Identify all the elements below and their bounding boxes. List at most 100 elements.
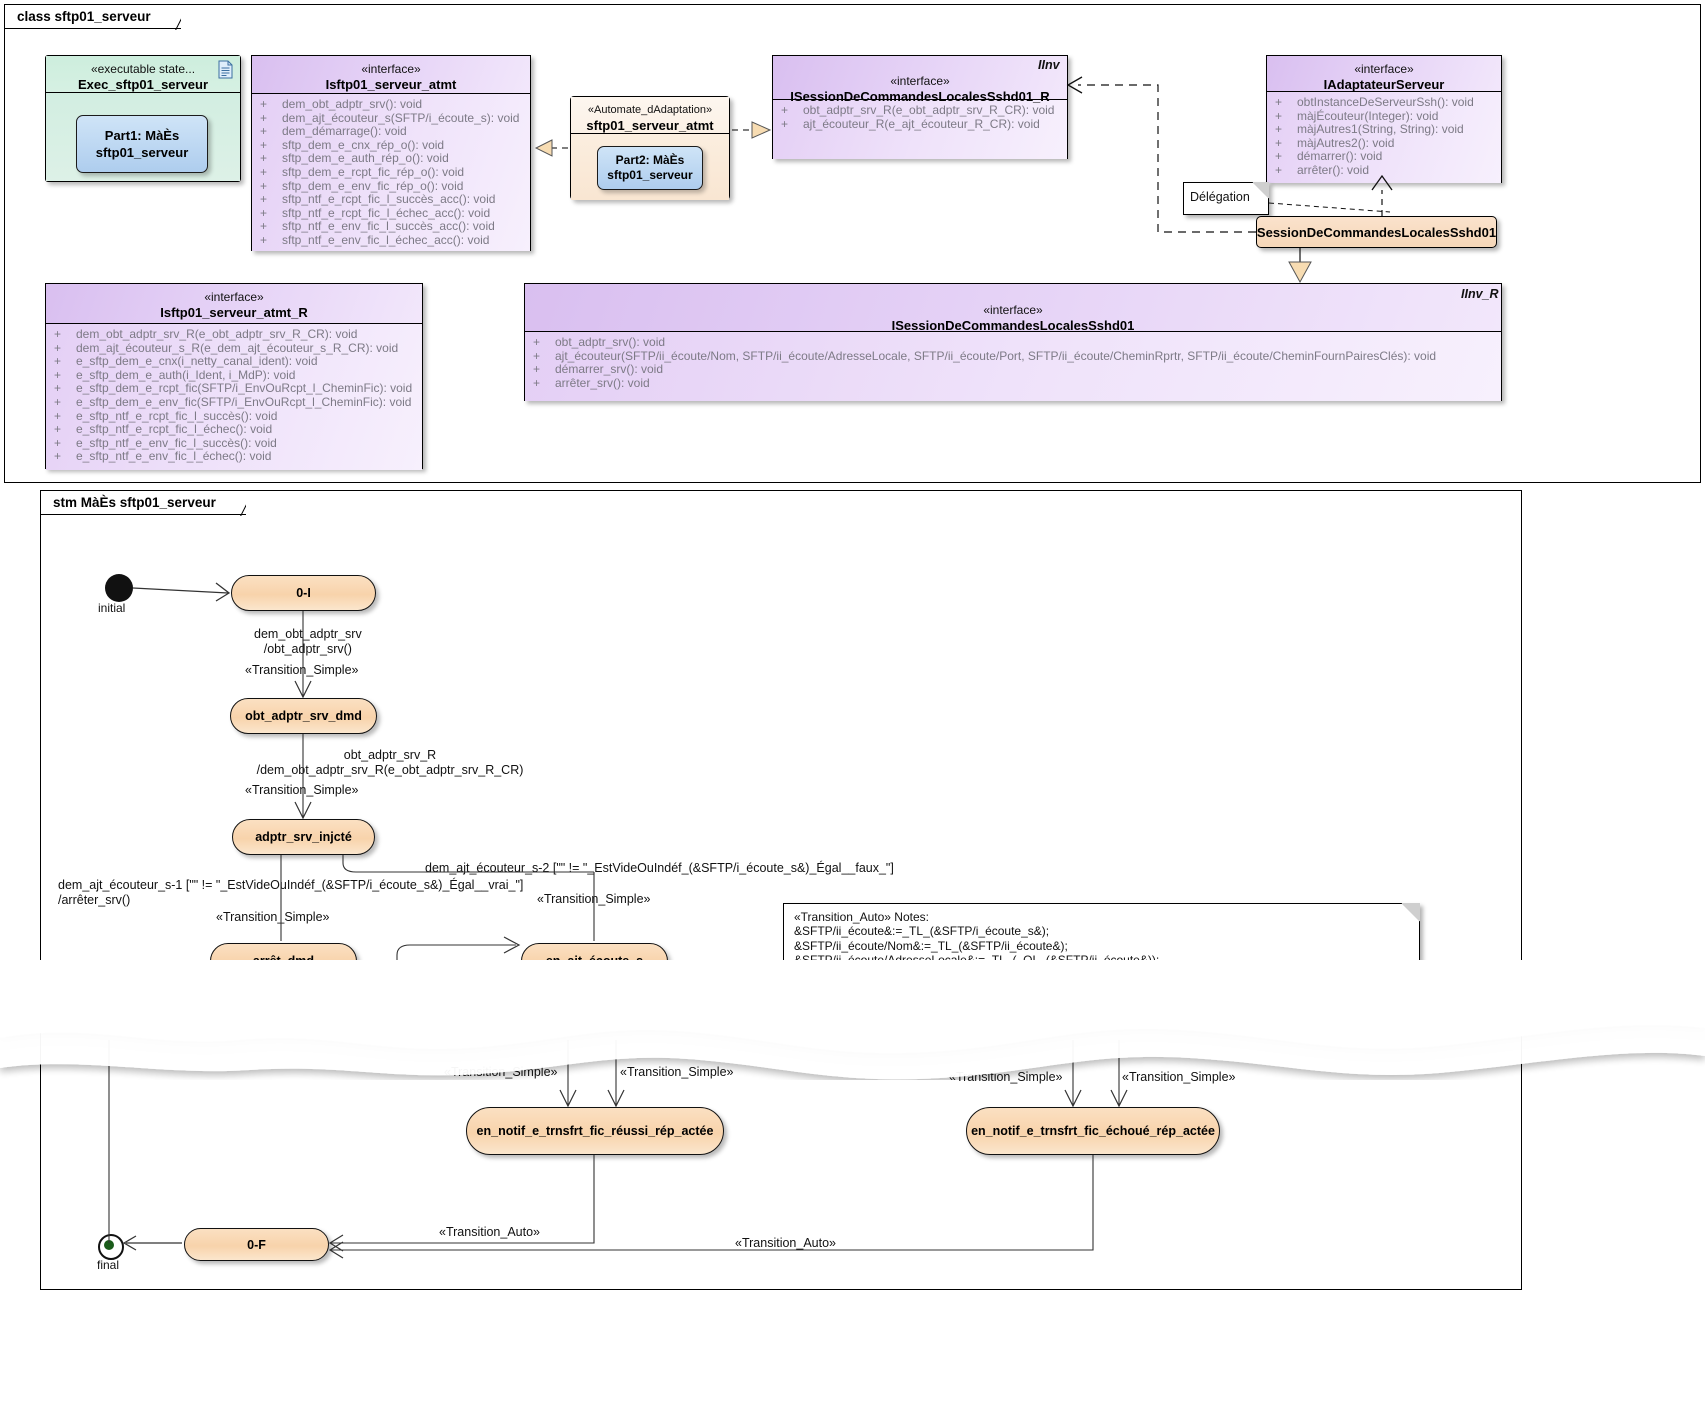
operation-row: + e_sftp_dem_e_cnx(i_netty_canal_ident): … bbox=[54, 354, 318, 369]
operation-row: + ajt_écouteur_R(e_ajt_écouteur_R_CR): vo… bbox=[781, 116, 1040, 131]
isftp01-operations: + dem_obt_adptr_srv(): void + dem_ajt_écou… bbox=[252, 94, 530, 251]
automate-stereotype: «Automate_dAdaptation» bbox=[587, 104, 713, 116]
operation-row: + sftp_ntf_e_rcpt_fic_l_échec_acc(): void bbox=[260, 205, 491, 220]
transition-t6-stereotype: «Transition_Simple» bbox=[620, 1065, 734, 1079]
state-label: adptr_srv_injcté bbox=[255, 830, 352, 844]
isftp01-serveur-atmt-box[interactable]: «interface» Isftp01_serveur_atmt + dem_ob… bbox=[251, 55, 531, 251]
operation-row: + obt_adptr_srv_R(e_obt_adptr_srv_R_CR): … bbox=[781, 103, 1055, 117]
operation-row: + dem_ajt_écouteur_s(SFTP/i_écoute_s): vo… bbox=[260, 110, 520, 125]
operation-row: + démarrer(): void bbox=[1275, 149, 1383, 164]
operation-row: + e_sftp_dem_e_rcpt_fic(SFTP/i_EnvOuRcpt_… bbox=[54, 381, 413, 396]
operation-row: + obtInstanceDeServeurSsh(): void bbox=[1275, 95, 1474, 109]
exec-stereotype: «executable state... bbox=[90, 62, 196, 76]
operation-row: + démarrer_srv(): void bbox=[533, 362, 664, 377]
isession-full-name: ISessionDeCommandesLocalesSshd01 bbox=[891, 318, 1135, 333]
transition-t8-stereotype: «Transition_Simple» bbox=[1122, 1070, 1236, 1084]
isftp01r-operations: + dem_obt_adptr_srv_R(e_obt_adptr_srv_R_C… bbox=[46, 324, 422, 470]
isession-r-corner-label: IInv bbox=[1038, 58, 1060, 72]
isession-r-name: ISessionDeCommandesLocalesSshd01_R bbox=[790, 89, 1050, 104]
operation-row: + e_sftp_ntf_e_env_fic_l_succès(): void bbox=[54, 435, 277, 450]
transition-t1-effect: /obt_adptr_srv() bbox=[263, 642, 352, 656]
isftp01-serveur-atmt-r-box[interactable]: «interface» Isftp01_serveur_atmt_R + dem_… bbox=[45, 283, 423, 470]
state-adptr-srv-injcte[interactable]: adptr_srv_injcté bbox=[232, 819, 375, 855]
part1-label: Part1: MàÈs sftp01_serveur bbox=[95, 128, 189, 160]
operation-row: + dem_obt_adptr_srv_R(e_obt_adptr_srv_R_C… bbox=[54, 327, 358, 341]
transition-t5-stereotype: «Transition_Simple» bbox=[444, 1065, 558, 1079]
part2-maes-node[interactable]: Part2: MàÈs sftp01_serveur bbox=[597, 146, 703, 190]
final-label: final bbox=[97, 1258, 120, 1272]
state-label: arrêt_dmd bbox=[252, 954, 315, 968]
session-class-name: SessionDeCommandesLocalesSshd01 bbox=[1256, 224, 1497, 240]
state-0-f[interactable]: 0-F bbox=[184, 1228, 329, 1261]
transition-t2-stereotype: «Transition_Simple» bbox=[245, 783, 359, 797]
operation-row: + arrêter(): void bbox=[1275, 162, 1370, 177]
operation-row: + e_sftp_dem_e_auth(i_Ident, i_MdP): void bbox=[54, 367, 296, 382]
note-line: &SFTP/ii_écoute/Nom&:=_TL_(&SFTP/ii_écou… bbox=[794, 938, 1068, 953]
operation-row: + e_sftp_ntf_e_rcpt_fic_l_échec(): void bbox=[54, 422, 273, 437]
transition-t4-stereotype: «Transition_Simple» bbox=[537, 892, 651, 906]
iadaptateur-operations: + obtInstanceDeServeurSsh(): void + màjÉco… bbox=[1267, 92, 1501, 183]
iadaptateur-serveur-box[interactable]: «interface» IAdaptateurServeur + obtInsta… bbox=[1266, 55, 1502, 183]
transition-t1-trigger: dem_obt_adptr_srv /obt_adptr_srv() bbox=[254, 627, 362, 656]
document-icon bbox=[218, 60, 233, 79]
isftp01-name: Isftp01_serveur_atmt bbox=[325, 77, 457, 92]
state-en-ajt-ecoute-s[interactable]: en_ajt_écoute_s bbox=[521, 943, 668, 979]
transition-t10-stereotype: «Transition_Auto» bbox=[735, 1236, 836, 1250]
operation-row: + dem_démarrage(): void bbox=[260, 124, 407, 139]
operation-row: + e_sftp_dem_e_env_fic(SFTP/i_EnvOuRcpt_l… bbox=[54, 394, 412, 409]
part1-maes-node[interactable]: Part1: MàÈs sftp01_serveur bbox=[76, 115, 208, 173]
state-label: obt_adptr_srv_dmd bbox=[245, 709, 362, 723]
state-label: 0-I bbox=[296, 586, 311, 600]
note-line: &SFTP/ii_écoute/Port&:=_TL_(_QL_(_QL_(&S… bbox=[794, 967, 1140, 982]
isession-full-operations: + obt_adptr_srv(): void + ajt_écouteur(SFT… bbox=[525, 332, 1501, 401]
transition-auto-note-text: «Transition_Auto» Notes: &SFTP/ii_écoute… bbox=[784, 904, 1419, 1002]
iadaptateur-name: IAdaptateurServeur bbox=[1323, 77, 1445, 92]
isession-r-operations: + obt_adptr_srv_R(e_obt_adptr_srv_R_CR): … bbox=[773, 100, 1067, 159]
isession-commandes-locales-sshd01-r-box[interactable]: «interface» ISessionDeCommandesLocalesSs… bbox=[772, 55, 1068, 159]
automate-name: sftp01_serveur_atmt bbox=[586, 118, 714, 133]
note-line: &SFTP/ii_écoute&:=_TL_(&SFTP/i_écoute_s&… bbox=[794, 924, 1050, 939]
class-frame-tab-label: class sftp01_serveur bbox=[17, 9, 151, 24]
transition-auto-note: «Transition_Auto» Notes: &SFTP/ii_écoute… bbox=[783, 903, 1420, 1001]
operation-row: + màjAutres1(String, String): void bbox=[1275, 122, 1464, 137]
state-label: en_notif_e_trnsfrt_fic_réussi_rép_actée bbox=[476, 1124, 714, 1138]
state-arret-dmd[interactable]: arrêt_dmd bbox=[210, 943, 357, 979]
transition-t4-trigger: dem_ajt_écouteur_s-2 ["" != "_EstVideOuI… bbox=[425, 861, 894, 875]
transition-t9-stereotype: «Transition_Auto» bbox=[439, 1225, 540, 1239]
operation-row: + sftp_dem_e_rcpt_fic_rép_o(): void bbox=[260, 164, 465, 179]
state-label: en_ajt_écoute_s bbox=[545, 954, 644, 968]
transition-t2-trigger: obt_adptr_srv_R /dem_obt_adptr_srv_R(e_o… bbox=[256, 748, 524, 777]
state-en-notif-trnsfrt-fic-echoue-rep-actee[interactable]: en_notif_e_trnsfrt_fic_échoué_rép_actée bbox=[966, 1107, 1220, 1155]
state-label: en_notif_e_trnsfrt_fic_échoué_rép_actée bbox=[971, 1124, 1215, 1138]
part2-label: Part2: MàÈs sftp01_serveur bbox=[607, 153, 693, 182]
operation-row: + ajt_écouteur(SFTP/ii_écoute/Nom, SFTP/i… bbox=[533, 348, 1437, 363]
uml-diagram-canvas: class sftp01_serveur stm MàÈs sftp01_ser… bbox=[0, 0, 1705, 1423]
operation-row: + obt_adptr_srv(): void bbox=[533, 335, 666, 349]
note-title: «Transition_Auto» Notes: bbox=[794, 910, 929, 924]
transition-t3-trigger: dem_ajt_écouteur_s-1 ["" != "_EstVideOuI… bbox=[58, 878, 524, 907]
class-frame-tab: class sftp01_serveur bbox=[5, 5, 181, 29]
note-line: &SFTP/ii_écoute/CheminRprtr&:=_TL_(_QL_(… bbox=[794, 982, 1223, 997]
isftp01-stereotype: «interface» bbox=[361, 62, 421, 76]
operation-row: + sftp_ntf_e_env_fic_l_succès_acc(): void bbox=[260, 219, 495, 234]
isftp01r-stereotype: «interface» bbox=[204, 290, 264, 304]
isftp01r-name: Isftp01_serveur_atmt_R bbox=[160, 305, 308, 320]
state-obt-adptr-srv-dmd[interactable]: obt_adptr_srv_dmd bbox=[230, 698, 377, 734]
operation-row: + arrêter_srv(): void bbox=[533, 375, 650, 390]
transition-t3-stereotype: «Transition_Simple» bbox=[216, 910, 330, 924]
state-0-i[interactable]: 0-I bbox=[231, 575, 376, 611]
stm-frame-tab-label: stm MàÈs sftp01_serveur bbox=[53, 495, 216, 510]
session-de-commandes-locales-sshd01-class[interactable]: SessionDeCommandesLocalesSshd01 bbox=[1256, 216, 1497, 248]
note-line: &SFTP/ii_écoute/AdresseLocale&:=_TL_(_QL… bbox=[794, 953, 1160, 968]
operation-row: + màjÉcouteur(Integer): void bbox=[1275, 108, 1439, 123]
initial-label: initial bbox=[98, 601, 126, 615]
initial-pseudostate bbox=[105, 574, 133, 602]
isession-commandes-locales-sshd01-box[interactable]: «interface» ISessionDeCommandesLocalesSs… bbox=[524, 283, 1502, 401]
state-en-notif-trnsfrt-fic-reussi-rep-actee[interactable]: en_notif_e_trnsfrt_fic_réussi_rép_actée bbox=[466, 1107, 724, 1155]
transition-t3-effect: /arrêter_srv() bbox=[58, 893, 131, 907]
operation-row: + sftp_dem_e_auth_rép_o(): void bbox=[260, 151, 449, 166]
transition-t7-stereotype: «Transition_Simple» bbox=[949, 1070, 1063, 1084]
operation-row: + sftp_ntf_e_rcpt_fic_l_succès_acc(): voi… bbox=[260, 192, 496, 207]
operation-row: + sftp_ntf_e_env_fic_l_échec_acc(): void bbox=[260, 232, 490, 247]
exec-name: Exec_sftp01_serveur bbox=[77, 77, 209, 92]
